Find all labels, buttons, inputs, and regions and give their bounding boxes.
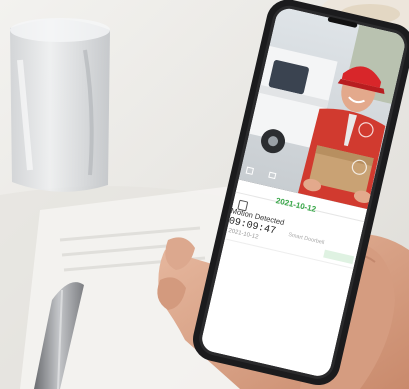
date-selector[interactable]: 2021-10-12	[275, 196, 317, 214]
app-screen: 2021-10-12 Motion Detected 09:09:47 2021…	[0, 0, 409, 389]
event-device: Smart Doorbell	[287, 232, 325, 247]
